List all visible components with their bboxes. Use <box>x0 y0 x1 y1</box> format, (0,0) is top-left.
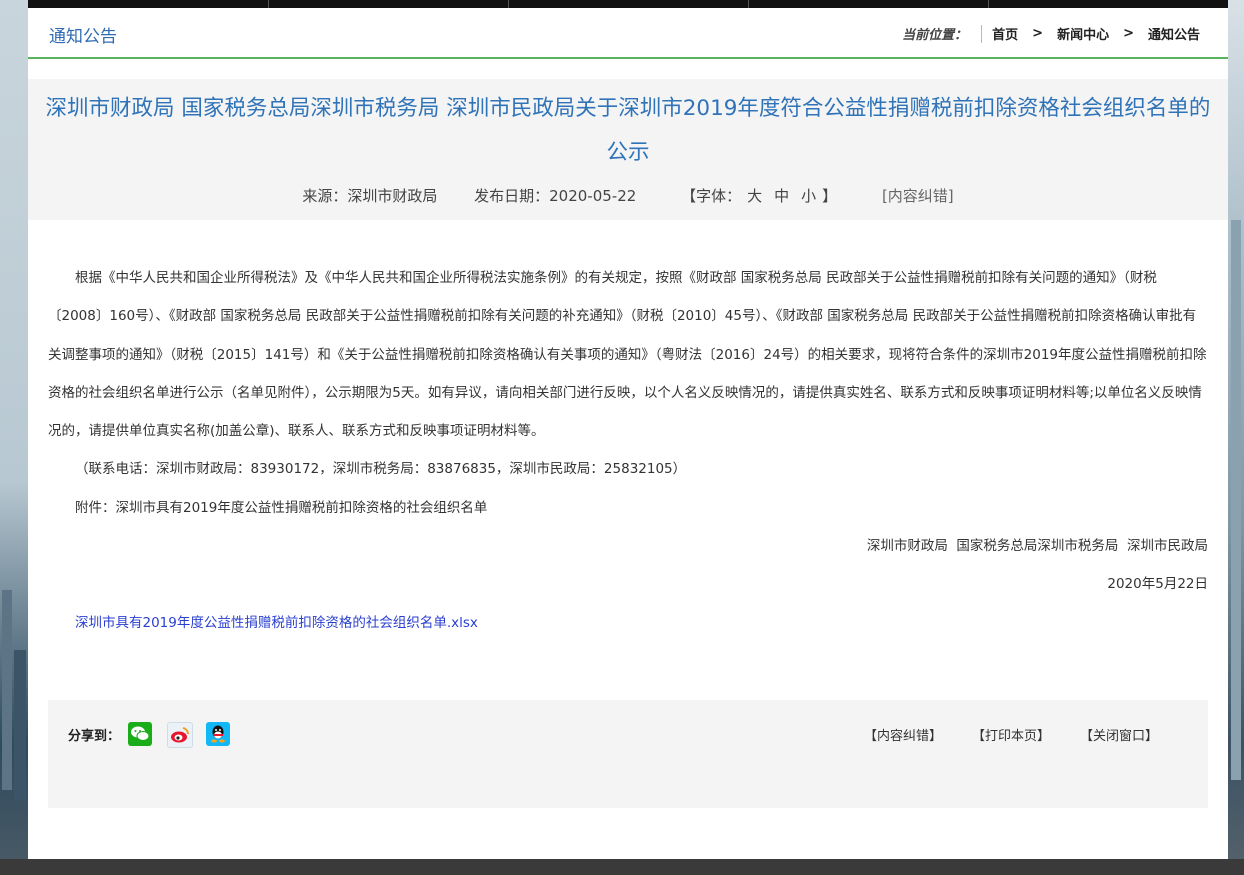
share-label: 分享到： <box>68 729 121 744</box>
breadcrumb-separator: > <box>1123 26 1134 41</box>
font-size-switcher: 【字体： 大中小】 <box>681 187 837 205</box>
article-title: 深圳市财政局 国家税务总局深圳市税务局 深圳市民政局关于深圳市2019年度符合公… <box>45 96 1211 165</box>
attachment-note: 附件：深圳市具有2019年度公益性捐赠税前扣除资格的社会组织名单 <box>75 499 488 516</box>
top-nav-bar <box>28 0 1228 8</box>
article-body: 根据《中华人民共和国企业所得税法》及《中华人民共和国企业所得税法实施条例》的有关… <box>48 259 1208 642</box>
close-window-button[interactable]: 【关闭窗口】 <box>1080 725 1158 744</box>
article-header: 深圳市财政局 国家税务总局深圳市税务局 深圳市民政局关于深圳市2019年度符合公… <box>28 79 1228 220</box>
sign-date: 2020年5月22日 <box>1107 576 1208 593</box>
breadcrumb-separator: > <box>1032 26 1044 41</box>
error-report-link[interactable]: [内容纠错] <box>882 187 954 205</box>
article-meta: 来源：深圳市财政局 发布日期：2020-05-22 【字体： 大中小】 [内容纠错… <box>28 185 1228 206</box>
breadcrumb-bar: 通知公告 当前位置： 首页 > 新闻中心 > 通知公告 <box>28 8 1228 59</box>
contact-paragraph: （联系电话：深圳市财政局：83930172，深圳市税务局：83876835，深圳… <box>75 461 687 478</box>
breadcrumb: 当前位置： 首页 > 新闻中心 > 通知公告 <box>902 24 1200 43</box>
font-size-small[interactable]: 小 <box>801 187 816 205</box>
background-right <box>1228 0 1244 875</box>
body-paragraph: 根据《中华人民共和国企业所得税法》及《中华人民共和国企业所得税法实施条例》的有关… <box>48 270 1207 440</box>
wechat-icon[interactable] <box>128 722 152 746</box>
page-actions: 【内容纠错】 【打印本页】 【关闭窗口】 <box>834 725 1158 744</box>
report-error-button[interactable]: 【内容纠错】 <box>864 725 942 744</box>
font-size-medium[interactable]: 中 <box>774 187 789 205</box>
share-bar: 分享到： 【内容纠错】 【打印本页】 【关闭窗口】 <box>48 700 1208 808</box>
print-page-button[interactable]: 【打印本页】 <box>972 725 1050 744</box>
breadcrumb-notices[interactable]: 通知公告 <box>1148 24 1200 43</box>
section-title: 通知公告 <box>49 27 117 47</box>
article-date: 发布日期：2020-05-22 <box>474 187 637 205</box>
background-left <box>0 0 28 875</box>
article-source: 来源：深圳市财政局 <box>302 187 438 205</box>
location-label: 当前位置： <box>902 28 968 43</box>
attachment-link[interactable]: 深圳市具有2019年度公益性捐赠税前扣除资格的社会组织名单.xlsx <box>75 615 478 631</box>
main-panel: 通知公告 当前位置： 首页 > 新闻中心 > 通知公告 深圳市财政局 国家税务总… <box>28 8 1228 859</box>
divider <box>981 24 983 43</box>
qq-icon[interactable] <box>206 722 230 746</box>
weibo-icon[interactable] <box>167 722 193 748</box>
footer-bar <box>0 859 1244 875</box>
breadcrumb-news-center[interactable]: 新闻中心 <box>1057 24 1109 43</box>
font-size-large[interactable]: 大 <box>747 187 762 205</box>
signature: 深圳市财政局 国家税务总局深圳市税务局 深圳市民政局 <box>866 538 1208 555</box>
breadcrumb-home[interactable]: 首页 <box>992 24 1018 43</box>
font-label-close: 】 <box>822 187 838 205</box>
font-label-open: 【字体： <box>681 187 742 205</box>
